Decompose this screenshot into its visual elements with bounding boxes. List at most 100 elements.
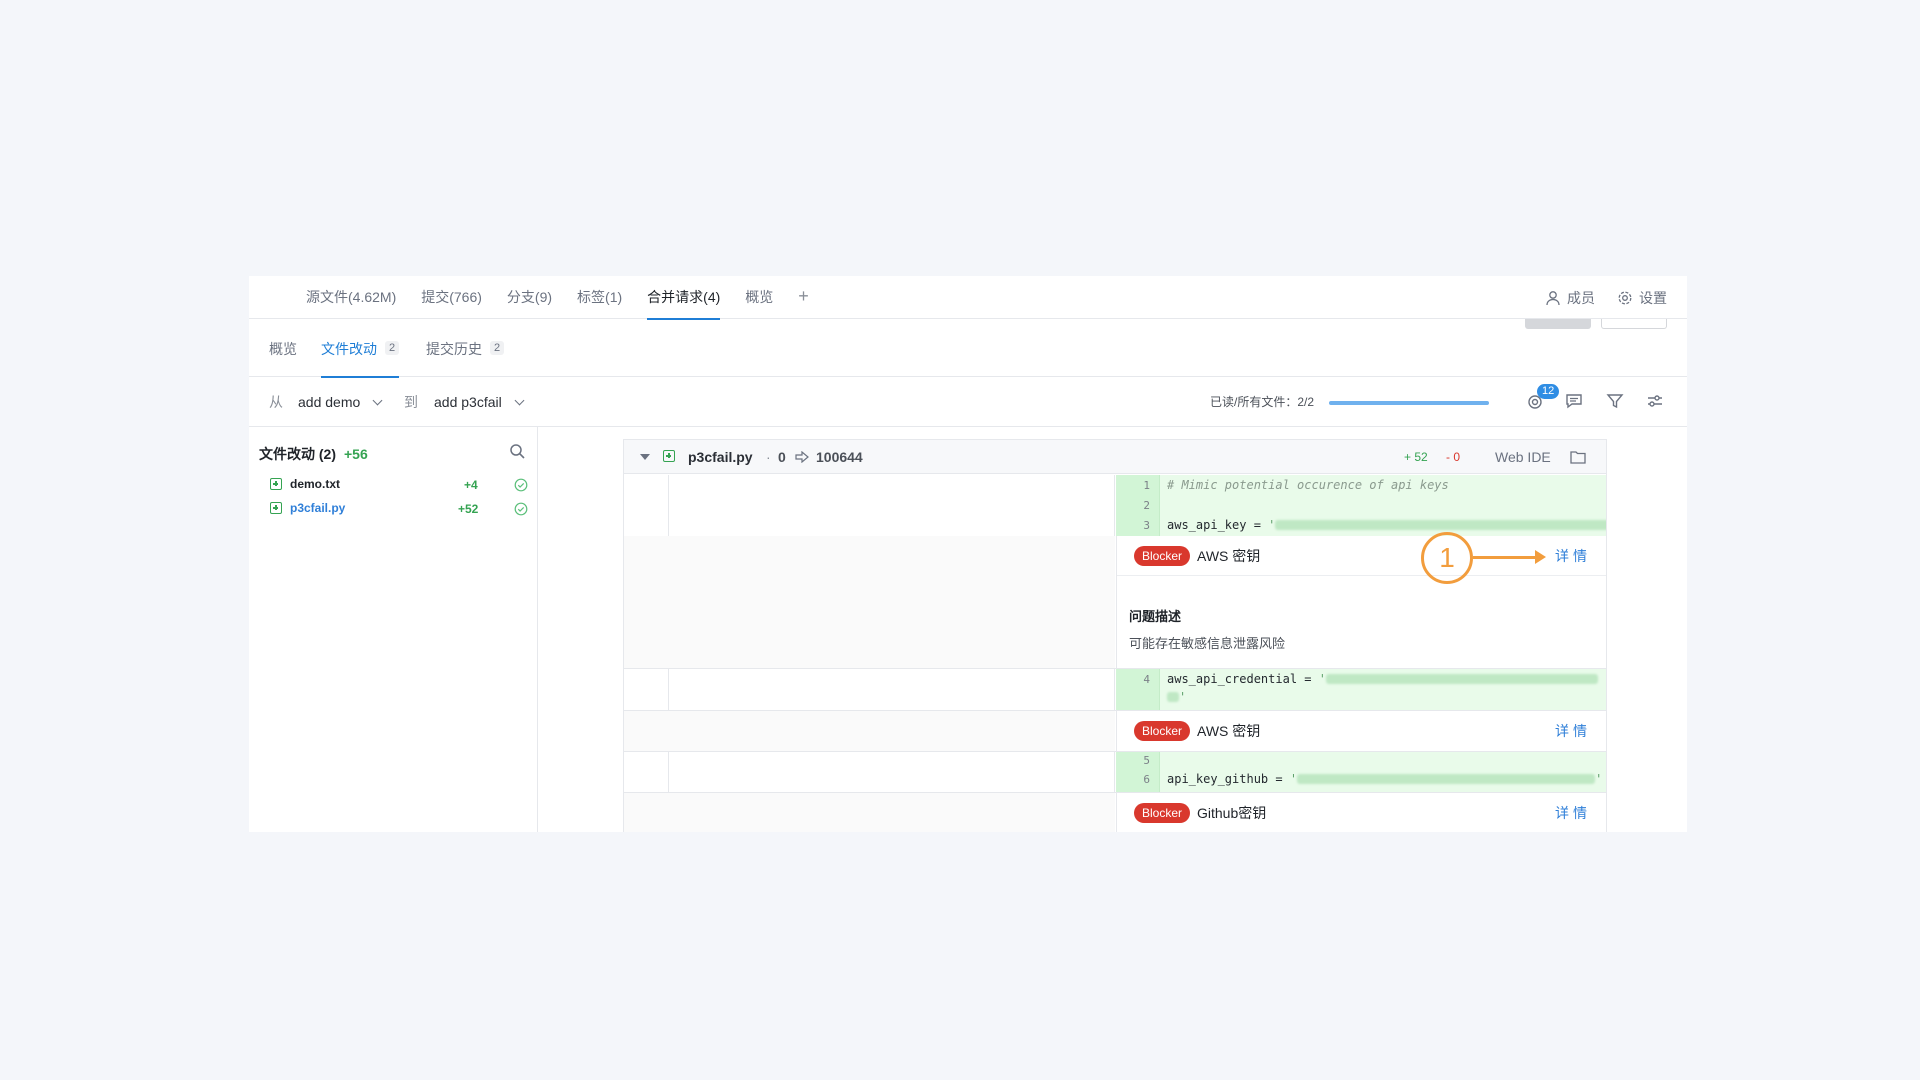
file-added-icon xyxy=(270,502,282,514)
add-tab-button[interactable]: + xyxy=(798,276,809,319)
subtab-overview[interactable]: 概览 xyxy=(269,319,297,377)
issue-detail-link[interactable]: 详情 xyxy=(1555,711,1591,751)
tab-branches[interactable]: 分支(9) xyxy=(507,276,552,319)
diff-right-side: 5 6 api_key_github = ' ' xyxy=(1116,752,1606,792)
annotation-marker: 1 xyxy=(1421,532,1473,584)
issue-card: Blocker Github密钥 详情 xyxy=(1116,793,1606,832)
code-line-4-wrap: ' xyxy=(1167,690,1186,704)
comments-button[interactable] xyxy=(1565,392,1585,412)
gear-icon xyxy=(1618,291,1632,304)
severity-badge: Blocker xyxy=(1134,803,1191,823)
right-line-gutter: 4 xyxy=(1116,669,1160,710)
file-added-icon xyxy=(270,478,282,490)
severity-badge: Blocker xyxy=(1134,546,1191,566)
web-ide-button[interactable]: Web IDE xyxy=(1495,440,1551,474)
members-button[interactable]: 成员 xyxy=(1545,288,1595,308)
history-count-badge: 2 xyxy=(490,341,505,355)
diff-file-header: p3cfail.py · 0 100644 + 52 - 0 Web IDE xyxy=(624,440,1606,474)
file-tree: 文件改动 (2) +56 demo.txt +4 p3cfail.py +52 xyxy=(249,427,538,832)
diff-hunk-2: 4 aws_api_credential = ' ' xyxy=(624,668,1606,710)
code-line-6-key: api_key_github = xyxy=(1167,772,1290,786)
file-item-demo-txt[interactable]: demo.txt +4 xyxy=(270,476,530,494)
members-label: 成员 xyxy=(1567,289,1595,306)
issue-header: Blocker Github密钥 详情 xyxy=(1117,793,1606,832)
from-branch-select[interactable]: add demo xyxy=(298,377,383,427)
diff-right-side: 4 aws_api_credential = ' ' xyxy=(1116,669,1606,710)
settings-label: 设置 xyxy=(1639,289,1667,306)
notification-badge: 12 xyxy=(1537,384,1560,399)
code-line-6: api_key_github = ' ' xyxy=(1167,772,1602,786)
diff-left-side xyxy=(624,475,1115,536)
tab-tags[interactable]: 标签(1) xyxy=(577,276,622,319)
diff-hunk-3: 5 6 api_key_github = ' ' xyxy=(624,751,1606,792)
redacted-secret: '' xyxy=(1289,772,1603,786)
filter-button[interactable] xyxy=(1606,392,1626,412)
changes-count-badge: 2 xyxy=(385,341,400,355)
issue-description-heading: 问题描述 xyxy=(1129,609,1182,624)
settings-button[interactable]: 设置 xyxy=(1617,288,1667,308)
from-label: 从 xyxy=(269,394,283,410)
merge-request-tabs: 概览 文件改动 2 提交历史 2 xyxy=(249,319,1687,378)
code-line-4-key: aws_api_credential = xyxy=(1167,672,1319,686)
issue-detail-link[interactable]: 详情 xyxy=(1555,793,1591,832)
arrow-right-icon xyxy=(795,451,809,463)
folder-icon[interactable] xyxy=(1570,450,1586,464)
issue-detail-link[interactable]: 详情 xyxy=(1555,536,1591,576)
file-added-lines: +4 xyxy=(464,478,478,492)
subtab-file-changes-label: 文件改动 xyxy=(321,341,377,357)
diff-left-side xyxy=(624,669,1115,710)
check-circle-icon xyxy=(514,478,528,492)
sliders-icon xyxy=(1648,395,1662,407)
to-branch-select[interactable]: add p3cfail xyxy=(434,377,525,427)
code-scan-button[interactable]: 12 xyxy=(1526,384,1560,412)
tab-merge-requests[interactable]: 合并请求(4) xyxy=(647,276,721,320)
file-added-icon xyxy=(663,450,677,464)
line-number: 4 xyxy=(1143,673,1150,686)
annotation-arrow-head xyxy=(1535,550,1546,564)
annotation-arrow-line xyxy=(1473,556,1537,559)
branch-compare-bar: 从 add demo 到 add p3cfail 已读/所有文件：2/2 12 xyxy=(249,377,1687,427)
file-mode-new: 100644 xyxy=(816,449,863,465)
separator-dot: · xyxy=(766,449,771,465)
subtab-commit-history[interactable]: 提交历史 2 xyxy=(426,319,505,377)
line-number: 3 xyxy=(1143,519,1150,532)
left-line-gutter xyxy=(624,752,669,792)
file-tree-title-label: 文件改动 (2) xyxy=(259,446,336,462)
diff-added-count: + 52 xyxy=(1404,450,1428,464)
diff-hunk-1: 1 2 3 # Mimic potential occurence of api… xyxy=(624,475,1606,536)
issue-title: Github密钥 xyxy=(1197,805,1267,821)
file-search-button[interactable] xyxy=(509,443,526,465)
collapse-triangle-icon[interactable] xyxy=(640,454,650,460)
check-circle-icon xyxy=(514,502,528,516)
read-progress-bar xyxy=(1329,401,1489,405)
code-line-1: # Mimic potential occurence of api keys xyxy=(1167,478,1449,492)
issue-header: Blocker AWS 密钥 详情 xyxy=(1117,711,1606,751)
tab-commits[interactable]: 提交(766) xyxy=(421,276,482,319)
file-name: demo.txt xyxy=(290,477,341,491)
issue-title: AWS 密钥 xyxy=(1197,723,1261,739)
file-tree-title: 文件改动 (2) +56 xyxy=(259,444,368,464)
comment-icon xyxy=(1566,394,1582,409)
user-icon xyxy=(1546,290,1560,305)
code-line-3-key: aws_api_key = xyxy=(1167,518,1269,532)
redacted-secret: '' xyxy=(1268,518,1606,532)
severity-badge: Blocker xyxy=(1134,721,1191,741)
file-tree-added-count: +56 xyxy=(344,446,368,462)
repo-tabs: 源文件(4.62M) 提交(766) 分支(9) 标签(1) 合并请求(4) 概… xyxy=(306,276,809,320)
file-item-p3cfail-py[interactable]: p3cfail.py +52 xyxy=(270,500,530,518)
code-line-3: aws_api_key = '' xyxy=(1167,518,1606,532)
tab-overview[interactable]: 概览 xyxy=(745,276,773,319)
view-settings-button[interactable] xyxy=(1646,392,1666,412)
filter-icon xyxy=(1606,394,1624,409)
search-icon xyxy=(510,444,525,459)
subtab-file-changes[interactable]: 文件改动 2 xyxy=(321,319,400,378)
diff-removed-count: - 0 xyxy=(1446,450,1461,464)
line-number: 1 xyxy=(1143,479,1150,492)
diff-left-side xyxy=(624,711,1115,751)
to-label: 到 xyxy=(404,394,418,410)
left-line-gutter xyxy=(624,475,669,536)
line-number: 5 xyxy=(1143,754,1150,767)
tab-source[interactable]: 源文件(4.62M) xyxy=(306,276,396,319)
file-mode-old: 0 xyxy=(778,449,786,465)
chevron-down-icon xyxy=(372,395,383,406)
